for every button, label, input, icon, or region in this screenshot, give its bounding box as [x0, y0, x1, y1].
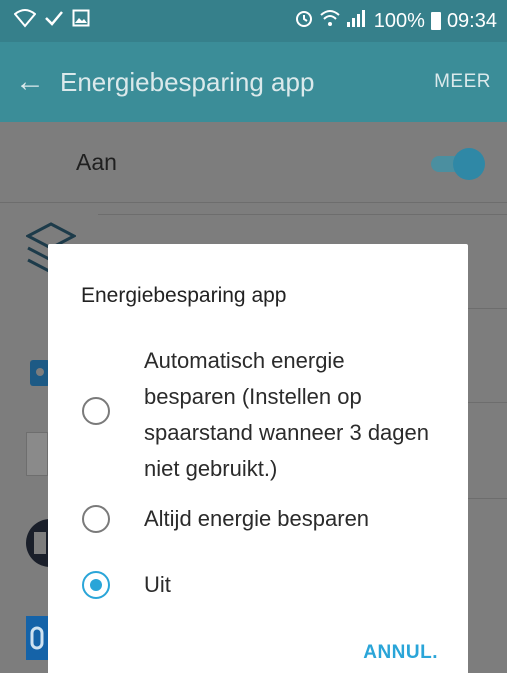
cancel-button[interactable]: ANNUL. — [363, 642, 438, 664]
app-icon-store — [30, 354, 50, 391]
toggle-knob — [453, 148, 485, 180]
image-icon — [72, 9, 90, 33]
status-right-icons: 100% 09:34 — [294, 8, 497, 34]
app-bar-title: Energiebesparing app — [60, 66, 315, 97]
option-label: Altijd energie besparen — [144, 506, 370, 531]
check-icon — [44, 9, 64, 33]
app-icon-outlook — [26, 616, 48, 665]
option-always-save[interactable]: Altijd energie besparen — [48, 496, 468, 542]
wifi-icon — [320, 8, 340, 34]
alarm-icon — [294, 8, 314, 34]
dialog-title: Energiebesparing app — [81, 284, 287, 307]
app-icon-placeholder — [26, 432, 48, 476]
option-auto-save[interactable]: Automatisch energie besparen (Instellen … — [48, 339, 468, 483]
option-label: Uit — [144, 572, 171, 597]
clock: 09:34 — [446, 9, 497, 32]
option-off[interactable]: Uit — [48, 562, 468, 608]
status-left-icons — [13, 8, 90, 34]
status-bar: 100% 09:34 — [0, 0, 507, 42]
radio-button[interactable] — [82, 397, 110, 425]
radio-button[interactable] — [82, 505, 110, 533]
back-arrow-icon[interactable]: ← — [0, 65, 60, 99]
wifi-check-icon — [13, 8, 37, 34]
divider — [98, 214, 507, 215]
battery-percentage: 100% — [373, 9, 425, 32]
energy-saving-dialog: Energiebesparing app Automatisch energie… — [48, 244, 468, 673]
battery-icon — [430, 12, 441, 30]
option-label: Automatisch energie besparen (Instellen … — [144, 348, 429, 481]
on-switch-row[interactable]: Aan — [0, 122, 507, 202]
signal-icon — [346, 8, 368, 34]
app-icon-circle — [24, 518, 74, 573]
divider — [0, 202, 507, 203]
on-toggle-switch[interactable] — [427, 146, 485, 180]
app-bar: ← Energiebesparing app MEER — [0, 42, 507, 122]
on-switch-label: Aan — [76, 148, 117, 175]
more-button[interactable]: MEER — [434, 71, 507, 93]
radio-button-selected[interactable] — [82, 571, 110, 599]
